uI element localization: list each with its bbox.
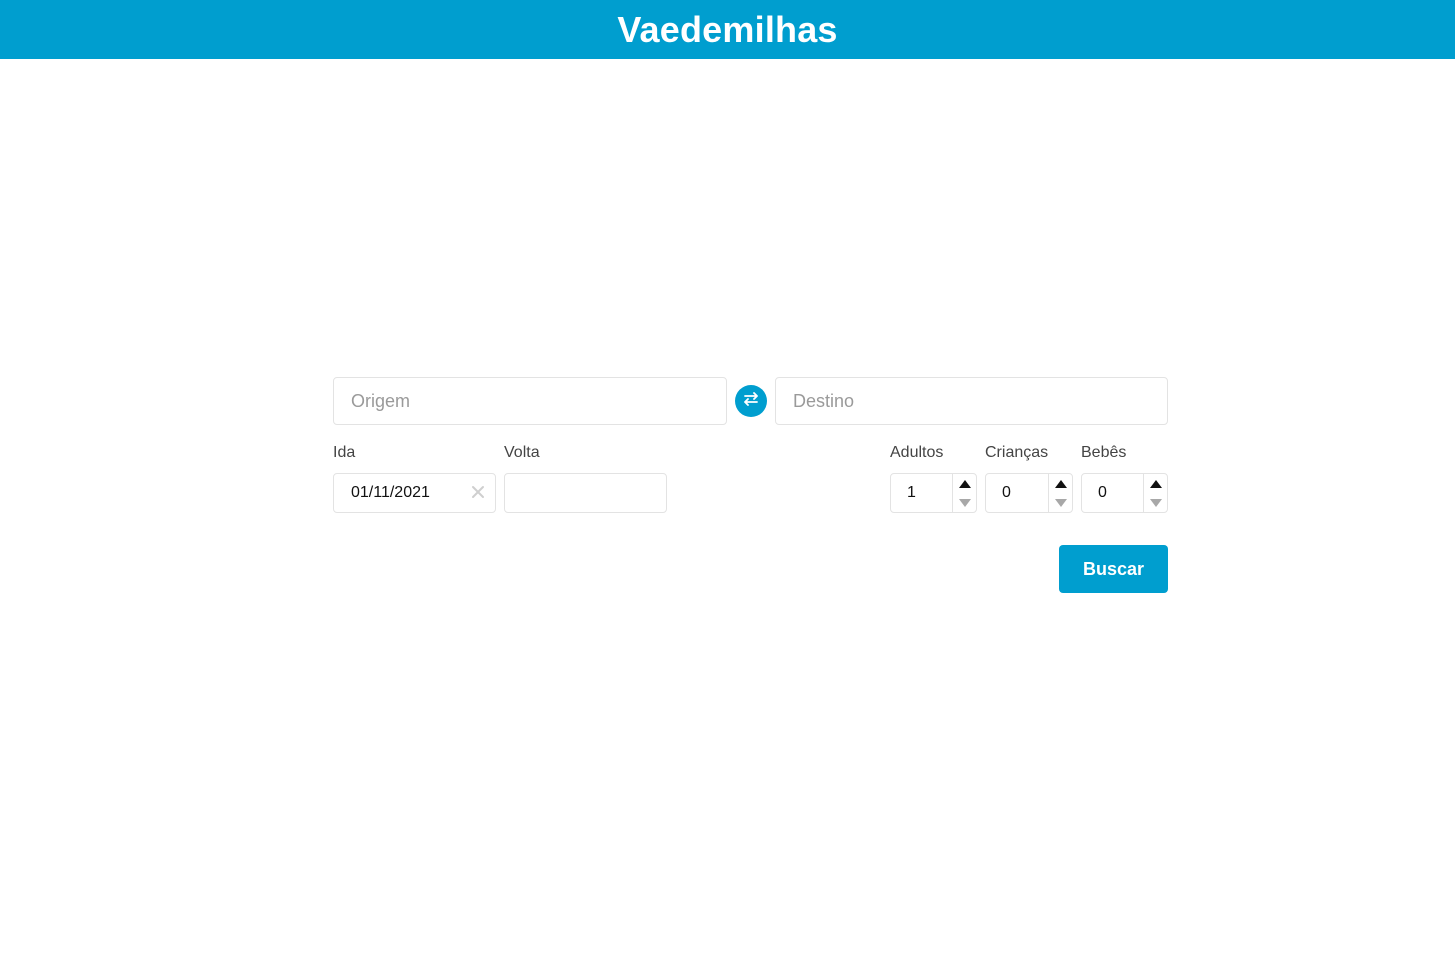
adults-value: 1 (907, 484, 916, 501)
infants-decrement-button[interactable] (1144, 493, 1168, 512)
adults-stepper[interactable]: 1 (890, 473, 977, 513)
caret-down-icon (1055, 498, 1067, 507)
caret-up-icon (1150, 479, 1162, 488)
clear-date-icon[interactable] (471, 485, 485, 499)
adults-label: Adultos (890, 444, 944, 461)
infants-increment-button[interactable] (1144, 474, 1168, 493)
app-title: Vaedemilhas (617, 8, 838, 50)
return-label: Volta (504, 444, 540, 461)
caret-down-icon (959, 498, 971, 507)
caret-down-icon (1150, 498, 1162, 507)
infants-label: Bebês (1081, 444, 1127, 461)
caret-up-icon (1055, 479, 1067, 488)
infants-stepper[interactable]: 0 (1081, 473, 1168, 513)
infants-stepper-controls (1143, 474, 1167, 512)
origin-input[interactable] (334, 378, 726, 424)
destination-field[interactable] (775, 377, 1168, 425)
children-value: 0 (1002, 484, 1011, 501)
children-increment-button[interactable] (1049, 474, 1073, 493)
children-decrement-button[interactable] (1049, 493, 1073, 512)
search-button[interactable]: Buscar (1059, 545, 1168, 593)
origin-field[interactable] (333, 377, 727, 425)
destination-input[interactable] (776, 378, 1167, 424)
return-date-field[interactable] (504, 473, 667, 513)
adults-increment-button[interactable] (953, 474, 977, 493)
caret-up-icon (959, 479, 971, 488)
app-header: Vaedemilhas (0, 0, 1455, 59)
depart-label: Ida (333, 444, 356, 461)
depart-date-field[interactable]: 01/11/2021 (333, 473, 496, 513)
swap-button[interactable] (735, 385, 767, 417)
swap-arrows-icon (742, 391, 760, 411)
children-label: Crianças (985, 444, 1049, 461)
adults-decrement-button[interactable] (953, 493, 977, 512)
children-stepper-controls (1048, 474, 1072, 512)
children-stepper[interactable]: 0 (985, 473, 1073, 513)
depart-date-value: 01/11/2021 (351, 484, 430, 501)
infants-value: 0 (1098, 484, 1107, 501)
adults-stepper-controls (952, 474, 976, 512)
